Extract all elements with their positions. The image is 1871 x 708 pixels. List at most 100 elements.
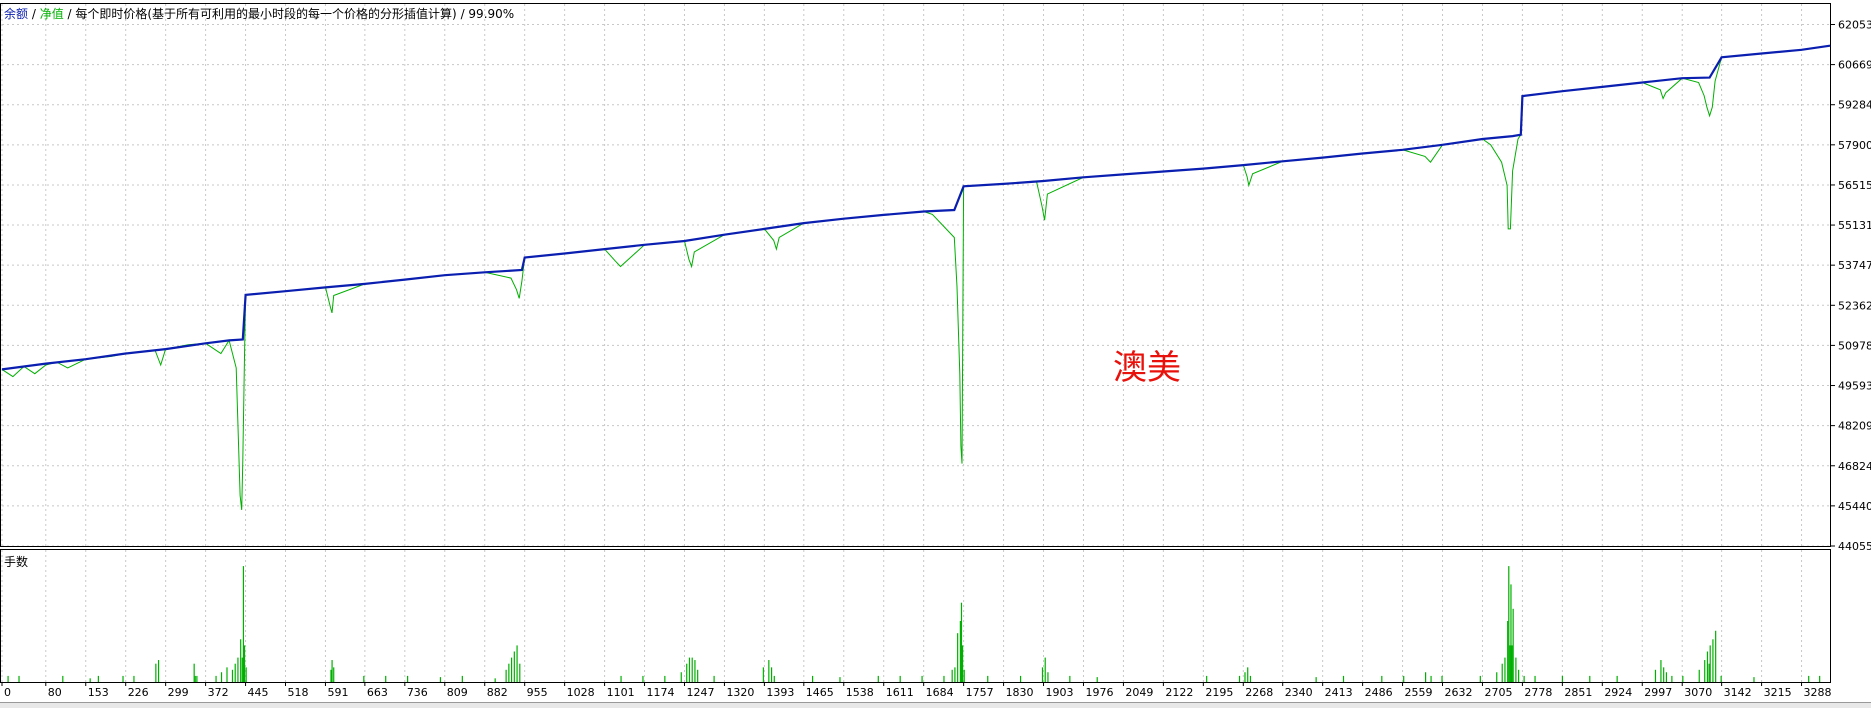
lots-bar [697,670,698,682]
lots-bar [232,670,233,682]
lots-bar [1206,676,1207,682]
bottom-tab-strip[interactable] [0,702,1871,708]
lots-bar [495,678,496,682]
lots-bar [1699,670,1700,682]
x-tick-label: 2268 [1245,686,1273,699]
lots-bar [333,667,334,682]
lots-bar [242,658,243,682]
lots-bar [921,676,922,682]
lots-bar [1504,658,1505,682]
x-tick-label: 2851 [1564,686,1592,699]
y-tick-label: 50978 [1838,339,1871,352]
y-tick-label: 49593 [1838,380,1871,393]
lots-bar [664,676,665,682]
lots-bar [1343,676,1344,682]
x-tick-label: 1538 [846,686,874,699]
balance-line [2,46,1830,370]
x-tick-label: 445 [248,686,269,699]
y-tick-label: 44055 [1838,540,1871,553]
lots-bar [331,660,332,682]
lots-bar [964,670,965,682]
y-tick-label: 59284 [1838,99,1871,112]
lots-bar [987,676,988,682]
lots-bar [194,664,195,682]
lots-bar [692,658,693,682]
lots-bar [957,633,958,682]
x-tick-label: 2340 [1285,686,1313,699]
y-tick-label: 56515 [1838,179,1871,192]
x-tick-label: 1465 [806,686,834,699]
lots-bar [1045,658,1046,682]
x-tick-label: 2559 [1405,686,1433,699]
lots-bar [954,667,955,682]
lots-bar [514,652,515,683]
x-tick-label: 2486 [1365,686,1393,699]
lots-bar [961,603,962,682]
x-tick-label: 736 [407,686,428,699]
lots-bar [771,667,772,682]
lots-bar [1480,676,1481,682]
lots-bar [839,677,840,682]
equity-line [2,46,1830,510]
x-tick-label: 2778 [1524,686,1552,699]
equity-series [2,46,1830,510]
lots-bar [1808,676,1809,682]
x-tick-label: 3215 [1764,686,1792,699]
lots-bar [516,645,517,682]
lots-bar [1666,672,1667,682]
legend-separator: / [457,7,469,21]
x-tick-label: 1320 [726,686,754,699]
x-tick-label: 1174 [647,686,675,699]
lots-bar [62,676,63,682]
lots-bar [240,639,241,682]
balance-legend: 余额 [4,7,28,21]
modelling-quality: 99.90% [468,7,514,21]
x-tick-label: 226 [128,686,149,699]
lots-bar [1441,676,1442,682]
x-tick-label: 809 [447,686,468,699]
lots-bar [1708,664,1709,682]
x-tick-label: 518 [288,686,309,699]
lots-bar [363,676,364,682]
lots-bar [686,664,687,682]
lots-bar [226,667,227,682]
lots-bar [620,676,621,682]
lots-bar [1496,672,1497,682]
x-tick-label: 1028 [567,686,595,699]
lots-bar [812,676,813,682]
lots-bar [1704,660,1705,682]
lots-bar [196,676,197,682]
lots-bar [1753,677,1754,682]
lots-bar [900,676,901,682]
legend-separator: / [28,7,40,21]
lots-bar [1589,676,1590,682]
x-tick-label: 372 [208,686,229,699]
x-tick-label: 0 [4,686,11,699]
x-tick-label: 80 [48,686,62,699]
x-tick-label: 2195 [1205,686,1233,699]
lots-bar [385,676,386,682]
lots-bars [7,566,1820,682]
x-tick-label: 2413 [1325,686,1353,699]
lots-bar [768,660,769,682]
lots-bar [330,670,331,682]
lots-bar [1534,676,1535,682]
lots-bar [1507,621,1508,682]
lots-bar [1430,676,1431,682]
lots-bar [155,664,156,682]
lots-bar [1316,677,1317,682]
x-tick-label: 2997 [1644,686,1672,699]
lots-bar [506,670,507,682]
y-tick-label: 62053 [1838,18,1871,31]
lots-bar [713,676,714,682]
lots-bar [1524,676,1525,682]
lots-bar [694,660,695,682]
lots-bar [1425,672,1426,682]
lots-bar [90,678,91,682]
lots-bar [440,677,441,682]
y-axis: 6205360669592845790056515551315374752362… [1830,18,1871,553]
lots-bar [235,664,236,682]
lots-bar [1660,660,1661,682]
lots-bar [878,676,879,682]
lots-bar [1381,676,1382,682]
